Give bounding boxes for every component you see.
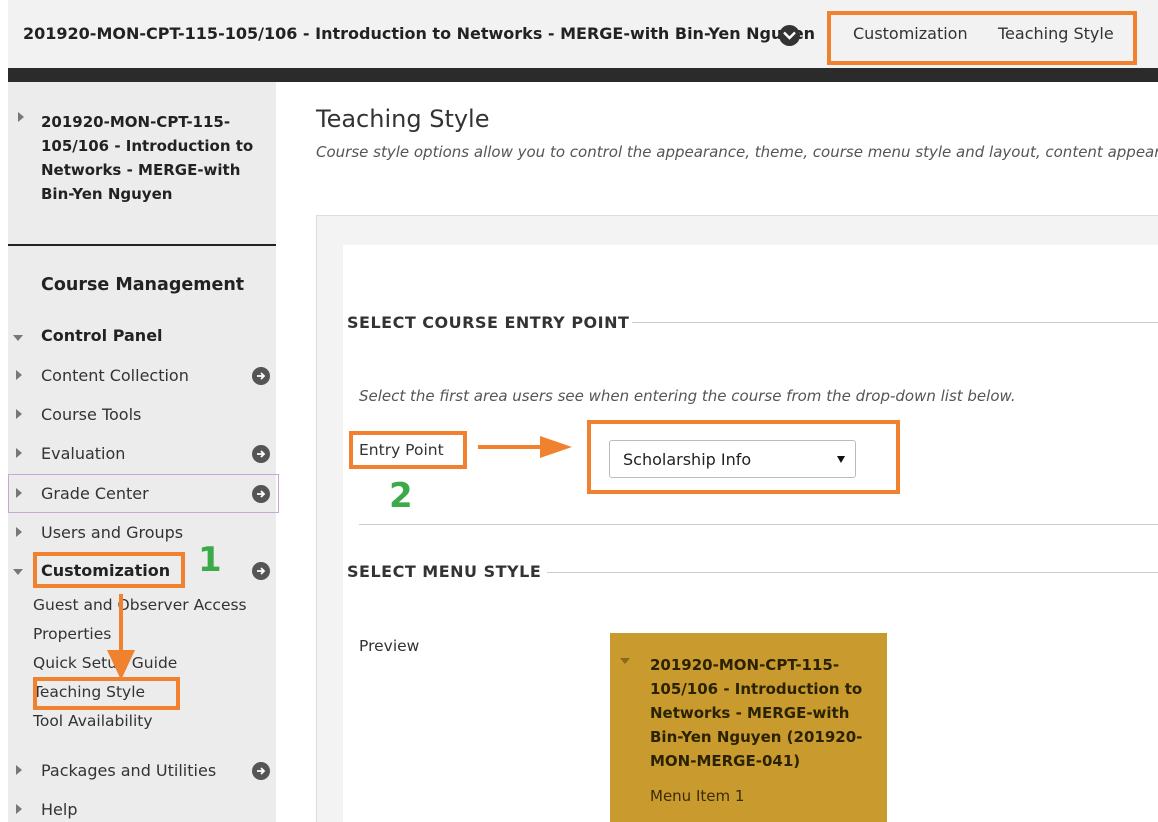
section-divider [359,524,1158,525]
sidebar-item-course-tools[interactable]: Course Tools [41,405,141,424]
breadcrumb-customization[interactable]: Customization [853,24,968,43]
section-heading-entry-point: SELECT COURSE ENTRY POINT [347,313,630,332]
sidebar-item-grade-center[interactable]: Grade Center [41,484,149,503]
page-title: Teaching Style [316,105,490,133]
annotation-entry-point-box [349,431,467,469]
submenu-tool-availability[interactable]: Tool Availability [33,712,153,730]
collapse-arrow-icon[interactable] [13,335,23,341]
right-arrow-icon[interactable] [252,367,270,385]
right-arrow-icon[interactable] [252,562,270,580]
preview-menu-item: Menu Item 1 [650,787,745,805]
sidebar-item-packages-and-utilities[interactable]: Packages and Utilities [41,761,216,780]
course-title-line: 201920-MON-CPT-115- [41,113,231,131]
dropdown-caret-icon [837,456,845,463]
annotation-arrow-right-icon [478,436,572,458]
preview-course-title: 201920-MON-CPT-115- 105/106 - Introducti… [650,653,875,773]
preview-title-line: 201920-MON-CPT-115- [650,656,840,674]
preview-title-line: 105/106 - Introduction to [650,680,863,698]
menu-style-preview: 201920-MON-CPT-115- 105/106 - Introducti… [610,633,887,822]
expand-arrow-icon[interactable] [16,448,22,458]
expand-arrow-icon[interactable] [16,527,22,537]
collapse-arrow-icon[interactable] [13,569,23,575]
expand-arrow-icon[interactable] [16,804,22,814]
section-rule [632,322,1158,323]
annotation-step-2: 2 [389,476,413,516]
preview-title-line: Networks - MERGE-with [650,704,850,722]
page-description: Course style options allow you to contro… [316,143,1158,161]
page: 201920-MON-CPT-115- 105/106 - Introductio… [0,0,1158,822]
section-rule [547,572,1158,573]
entry-point-select-value: Scholarship Info [623,450,752,469]
header-divider-bar [8,68,1158,82]
collapse-arrow-icon [620,658,630,664]
course-management-heading: Course Management [41,275,245,295]
section-heading-menu-style: SELECT MENU STYLE [347,562,542,581]
preview-label: Preview [359,637,420,655]
sidebar-item-help[interactable]: Help [41,800,77,819]
sidebar-course-title: 201920-MON-CPT-115- 105/106 - Introducti… [41,110,266,206]
expand-arrow-icon[interactable] [16,488,22,498]
right-arrow-icon[interactable] [252,485,270,503]
sidebar-course-block[interactable]: 201920-MON-CPT-115- 105/106 - Introducti… [8,82,276,246]
expand-arrow-icon[interactable] [16,409,22,419]
sidebar-item-users-and-groups[interactable]: Users and Groups [41,523,183,542]
entry-point-select[interactable]: Scholarship Info [609,440,856,478]
control-panel-heading[interactable]: Control Panel [41,326,163,345]
annotation-step-1: 1 [198,540,222,580]
breadcrumb-teaching-style: Teaching Style [998,24,1114,43]
annotation-arrow-down-icon [107,594,135,680]
annotation-customization-box [33,552,185,588]
preview-title-line: MON-MERGE-041) [650,752,801,770]
preview-title-line: Bin-Yen Nguyen (201920- [650,728,863,746]
expand-arrow-icon[interactable] [16,370,22,380]
right-arrow-icon[interactable] [252,762,270,780]
expand-arrow-icon[interactable] [16,765,22,775]
right-arrow-icon[interactable] [252,445,270,463]
submenu-properties[interactable]: Properties [33,625,111,643]
course-menu-chevron-icon[interactable] [779,25,800,46]
entry-point-instruction: Select the first area users see when ent… [359,387,1016,405]
expand-arrow-icon[interactable] [18,112,24,122]
course-title-line: Bin-Yen Nguyen [41,185,173,203]
course-title[interactable]: 201920-MON-CPT-115-105/106 - Introductio… [23,24,815,43]
sidebar-item-content-collection[interactable]: Content Collection [41,366,189,385]
course-title-line: 105/106 - Introduction to [41,137,254,155]
course-title-line: Networks - MERGE-with [41,161,241,179]
sidebar-item-evaluation[interactable]: Evaluation [41,444,125,463]
